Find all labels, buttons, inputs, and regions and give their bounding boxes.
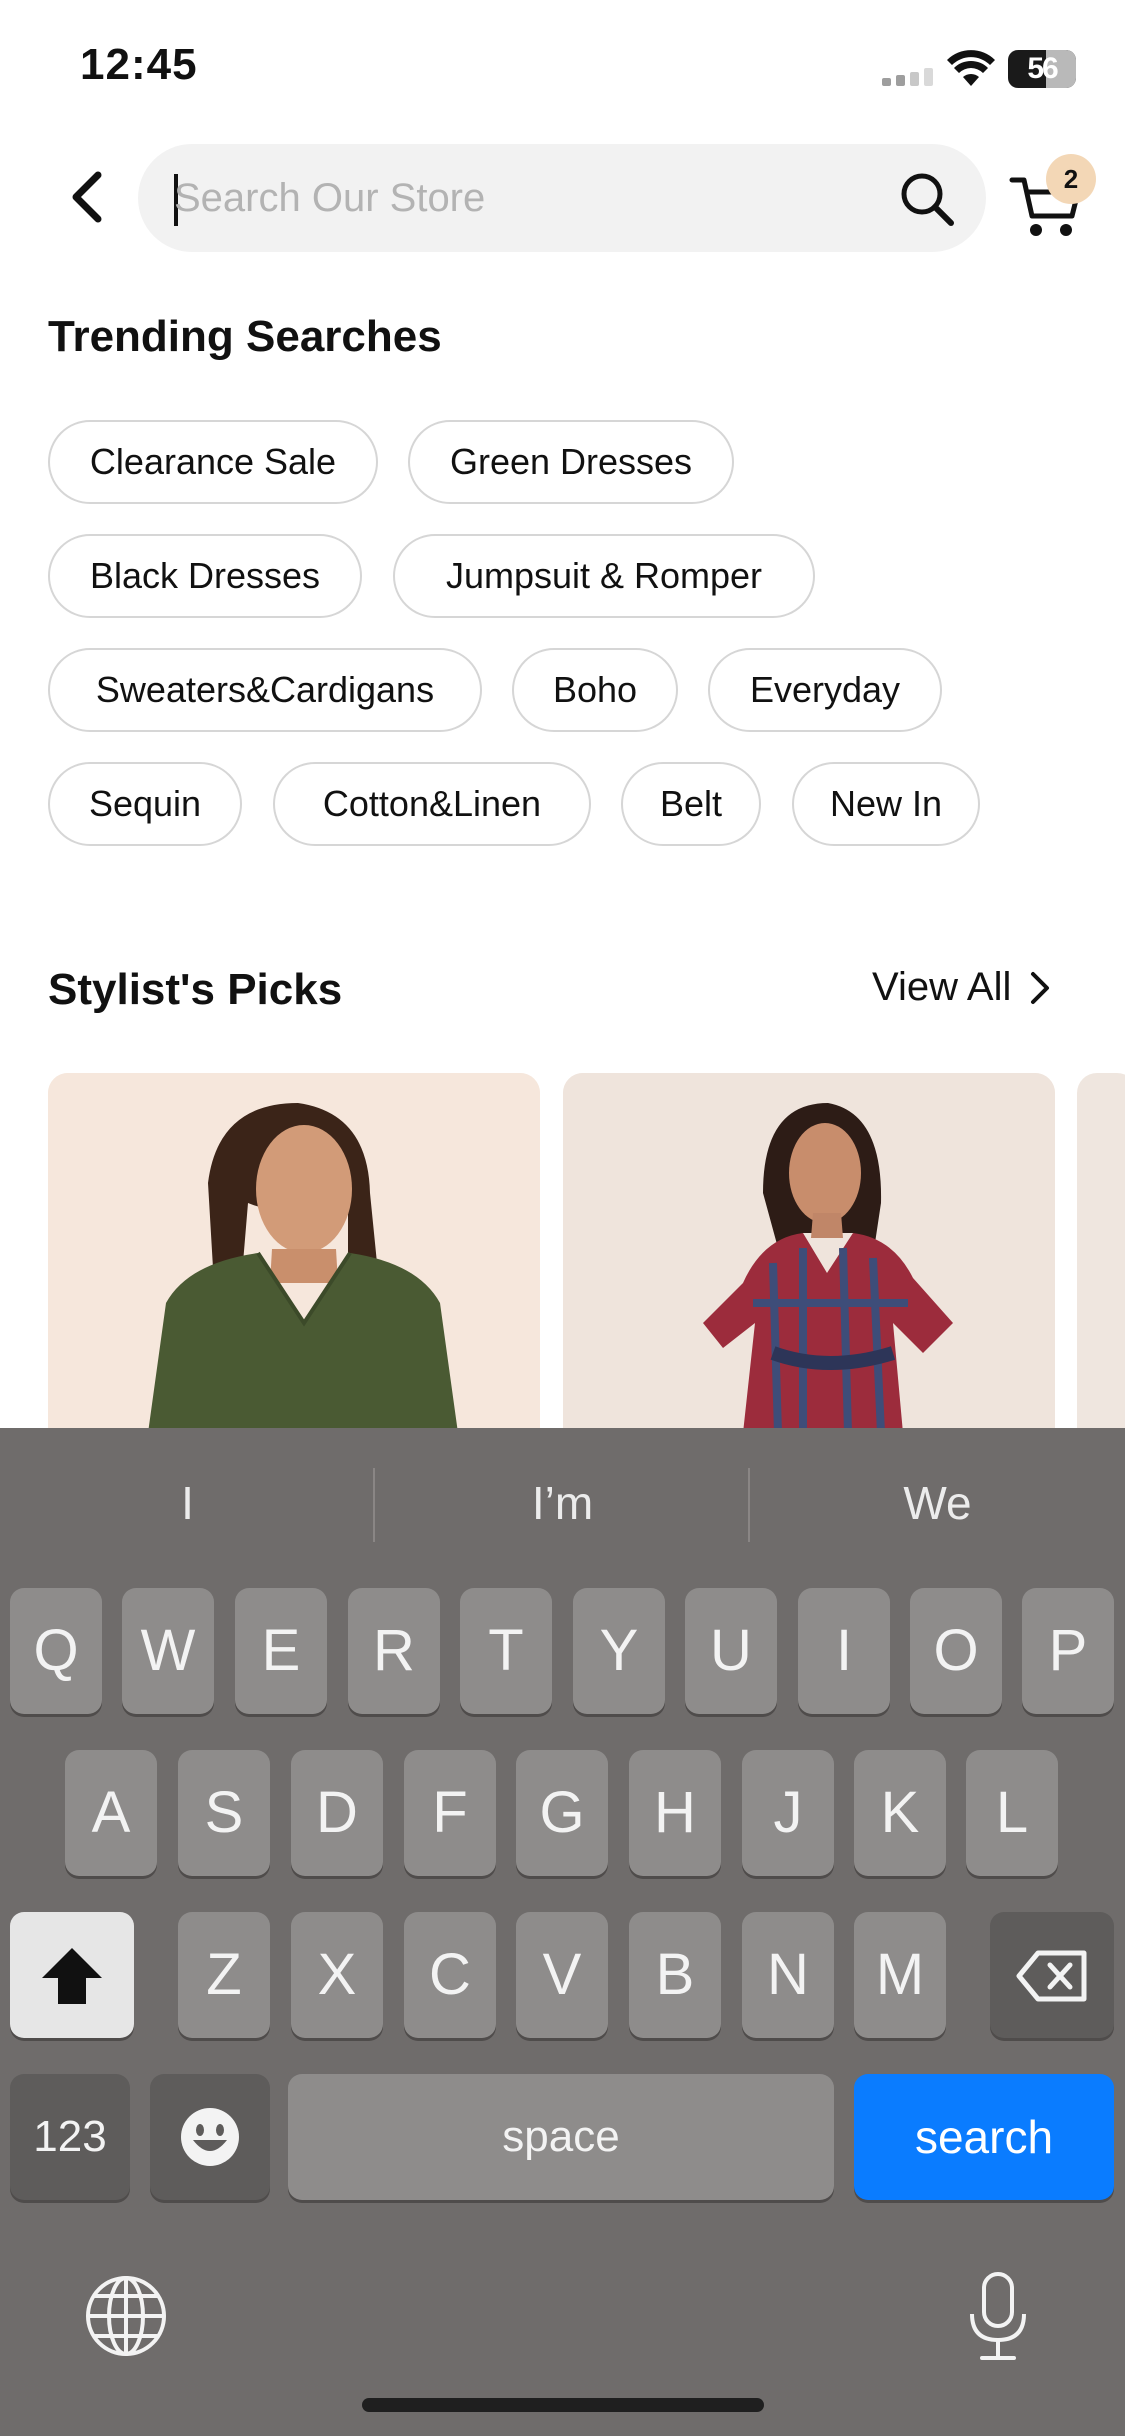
trending-chip[interactable]: Sweaters&Cardigans	[48, 648, 482, 732]
trending-chip[interactable]: Sequin	[48, 762, 242, 846]
trending-chip[interactable]: Clearance Sale	[48, 420, 378, 504]
emoji-icon	[181, 2108, 239, 2166]
trending-chip[interactable]: Cotton&Linen	[273, 762, 591, 846]
predictive-text-bar: I I’m We	[0, 1428, 1125, 1578]
trending-chip[interactable]: New In	[792, 762, 980, 846]
product-card[interactable]	[563, 1073, 1055, 1433]
emoji-key[interactable]	[150, 2074, 270, 2200]
view-all-label: View All	[872, 965, 1012, 1009]
trending-searches-title: Trending Searches	[48, 312, 442, 361]
chevron-left-icon	[72, 171, 102, 223]
key-f[interactable]: F	[404, 1750, 496, 1876]
key-b[interactable]: B	[629, 1912, 721, 2038]
key-y[interactable]: Y	[573, 1588, 665, 1714]
key-u[interactable]: U	[685, 1588, 777, 1714]
trending-chip[interactable]: Everyday	[708, 648, 942, 732]
cart-count-badge: 2	[1046, 154, 1096, 204]
search-key[interactable]: search	[854, 2074, 1114, 2200]
view-all-link[interactable]: View All	[872, 965, 1051, 1010]
status-bar: 12:45 56	[0, 0, 1125, 130]
suggestion[interactable]: I’m	[375, 1428, 750, 1578]
key-i[interactable]: I	[798, 1588, 890, 1714]
backspace-icon	[1016, 1950, 1087, 2002]
shift-key[interactable]	[10, 1912, 134, 2038]
space-key[interactable]: space	[288, 2074, 834, 2200]
product-image	[563, 1073, 1055, 1433]
key-a[interactable]: A	[65, 1750, 157, 1876]
trending-chip[interactable]: Jumpsuit & Romper	[393, 534, 815, 618]
battery-level: 56	[1027, 52, 1058, 85]
product-card[interactable]	[48, 1073, 540, 1433]
search-input[interactable]	[174, 144, 814, 252]
key-x[interactable]: X	[291, 1912, 383, 2038]
key-m[interactable]: M	[854, 1912, 946, 2038]
suggestion[interactable]: We	[750, 1428, 1125, 1578]
trending-chip[interactable]: Green Dresses	[408, 420, 734, 504]
numbers-key[interactable]: 123	[10, 2074, 130, 2200]
key-v[interactable]: V	[516, 1912, 608, 2038]
key-o[interactable]: O	[910, 1588, 1002, 1714]
trending-chip[interactable]: Black Dresses	[48, 534, 362, 618]
chevron-right-icon	[1031, 971, 1050, 1004]
key-c[interactable]: C	[404, 1912, 496, 2038]
product-card[interactable]	[1077, 1073, 1125, 1433]
key-k[interactable]: K	[854, 1750, 946, 1876]
home-indicator[interactable]	[362, 2398, 764, 2412]
trending-chip[interactable]: Boho	[512, 648, 678, 732]
cellular-signal-icon	[882, 68, 933, 86]
microphone-icon[interactable]	[964, 2270, 1032, 2362]
delete-key[interactable]	[990, 1912, 1114, 2038]
key-p[interactable]: P	[1022, 1588, 1114, 1714]
stylists-picks-title: Stylist's Picks	[48, 965, 343, 1014]
globe-icon[interactable]	[84, 2274, 168, 2358]
battery-icon: 56	[1008, 50, 1076, 88]
key-w[interactable]: W	[122, 1588, 214, 1714]
search-bar[interactable]	[138, 144, 986, 252]
key-r[interactable]: R	[348, 1588, 440, 1714]
key-j[interactable]: J	[742, 1750, 834, 1876]
shift-icon	[42, 1948, 102, 2004]
suggestion[interactable]: I	[0, 1428, 375, 1578]
key-s[interactable]: S	[178, 1750, 270, 1876]
key-q[interactable]: Q	[10, 1588, 102, 1714]
key-e[interactable]: E	[235, 1588, 327, 1714]
key-h[interactable]: H	[629, 1750, 721, 1876]
key-d[interactable]: D	[291, 1750, 383, 1876]
keyboard: I I’m We Q W E R T Y U I O P A S D F G H…	[0, 1428, 1125, 2436]
trending-chip[interactable]: Belt	[621, 762, 761, 846]
key-l[interactable]: L	[966, 1750, 1058, 1876]
product-image	[48, 1073, 540, 1433]
status-time: 12:45	[80, 40, 198, 89]
key-n[interactable]: N	[742, 1912, 834, 2038]
wifi-icon	[947, 50, 995, 86]
back-button[interactable]	[56, 160, 116, 234]
key-g[interactable]: G	[516, 1750, 608, 1876]
key-z[interactable]: Z	[178, 1912, 270, 2038]
key-t[interactable]: T	[460, 1588, 552, 1714]
search-icon[interactable]	[898, 170, 956, 228]
